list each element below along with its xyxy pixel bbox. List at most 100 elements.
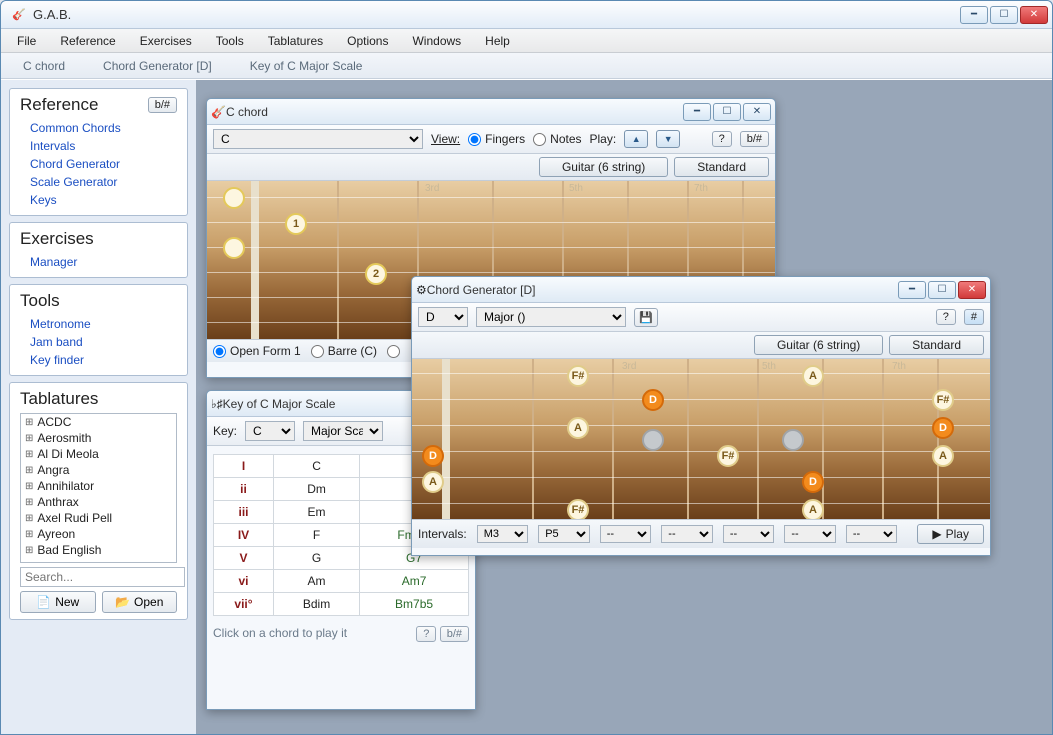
view-notes-radio[interactable] <box>533 133 546 146</box>
cchord-flat-button[interactable]: b/# <box>740 131 769 147</box>
chord-cell[interactable]: Am7 <box>360 570 469 593</box>
root-select[interactable]: D <box>418 307 468 327</box>
cchord-maximize[interactable]: ☐ <box>713 103 741 121</box>
menu-file[interactable]: File <box>5 31 48 51</box>
menu-options[interactable]: Options <box>335 31 400 51</box>
artist-item[interactable]: Axel Rudi Pell <box>21 510 176 526</box>
tools-jamband[interactable]: Jam band <box>20 333 177 351</box>
interval-select[interactable]: -- <box>846 525 898 543</box>
menubar: File Reference Exercises Tools Tablature… <box>1 29 1052 53</box>
chord-cell[interactable]: Em <box>274 501 360 524</box>
tab-cchord[interactable]: C chord <box>15 55 73 77</box>
interval-select[interactable]: -- <box>723 525 775 543</box>
artist-item[interactable]: Angra <box>21 462 176 478</box>
barre-radio[interactable] <box>311 345 324 358</box>
ref-intervals[interactable]: Intervals <box>20 137 177 155</box>
cchord-minimize[interactable]: ━ <box>683 103 711 121</box>
note-dot: A <box>422 471 444 493</box>
menu-tools[interactable]: Tools <box>204 31 256 51</box>
scale-key-select[interactable]: C <box>245 421 295 441</box>
save-button[interactable]: 💾 <box>634 308 658 327</box>
interval-select[interactable]: P5 <box>538 525 590 543</box>
chordgen-tuning-button[interactable]: Standard <box>889 335 984 355</box>
artist-item[interactable]: Al Di Meola <box>21 446 176 462</box>
artist-item[interactable]: Bad English <box>21 542 176 558</box>
artist-item[interactable]: ACDC <box>21 414 176 430</box>
scale-type-select[interactable]: Major Scale <box>303 421 383 441</box>
scale-icon: ♭♯ <box>211 397 223 411</box>
tools-metronome[interactable]: Metronome <box>20 315 177 333</box>
flat-sharp-toggle[interactable]: b/# <box>148 97 177 113</box>
tools-keyfinder[interactable]: Key finder <box>20 351 177 369</box>
open-form-radio[interactable] <box>213 345 226 358</box>
chord-cell[interactable]: C <box>274 455 360 478</box>
menu-help[interactable]: Help <box>473 31 522 51</box>
chordgen-instrument-button[interactable]: Guitar (6 string) <box>754 335 883 355</box>
chordgen-minimize[interactable]: ━ <box>898 281 926 299</box>
menu-windows[interactable]: Windows <box>400 31 473 51</box>
note-dot: D <box>932 417 954 439</box>
ref-keys[interactable]: Keys <box>20 191 177 209</box>
interval-select[interactable]: M3 <box>477 525 529 543</box>
chord-cell[interactable]: F <box>274 524 360 547</box>
chordgen-fretboard[interactable]: 3rd 5th 7th DAF#AF#DF#ADAF#DA <box>412 359 990 519</box>
tablatures-panel: Tablatures ACDC Aerosmith Al Di Meola An… <box>9 382 188 620</box>
cchord-close[interactable]: ✕ <box>743 103 771 121</box>
note-dot: F# <box>717 445 739 467</box>
ref-common-chords[interactable]: Common Chords <box>20 119 177 137</box>
menu-exercises[interactable]: Exercises <box>128 31 204 51</box>
chordgen-maximize[interactable]: ☐ <box>928 281 956 299</box>
sharp-button[interactable]: # <box>964 309 984 325</box>
chordgen-window: ⚙ Chord Generator [D] ━ ☐ ✕ D Major () 💾… <box>411 276 991 556</box>
note-dot: A <box>932 445 954 467</box>
note-dot: A <box>802 499 824 519</box>
chord-cell[interactable]: Dm <box>274 478 360 501</box>
reference-title: Reference <box>20 95 98 115</box>
artist-item[interactable]: Aerosmith <box>21 430 176 446</box>
tablatures-tree[interactable]: ACDC Aerosmith Al Di Meola Angra Annihil… <box>20 413 177 563</box>
new-tablature-button[interactable]: 📄New <box>20 591 96 613</box>
play-down-button[interactable]: ▼ <box>656 130 680 148</box>
chord-cell[interactable]: Am <box>274 570 360 593</box>
chord-cell[interactable]: G <box>274 547 360 570</box>
scale-help-button[interactable]: ? <box>416 626 436 642</box>
chord-cell[interactable]: Bm7b5 <box>360 593 469 616</box>
interval-select[interactable]: -- <box>784 525 836 543</box>
ref-scale-generator[interactable]: Scale Generator <box>20 173 177 191</box>
extra-radio[interactable] <box>387 345 400 358</box>
artist-item[interactable]: Anthrax <box>21 494 176 510</box>
chordgen-close[interactable]: ✕ <box>958 281 986 299</box>
scale-flat-button[interactable]: b/# <box>440 626 469 642</box>
exercises-manager[interactable]: Manager <box>20 253 177 271</box>
tuning-button[interactable]: Standard <box>674 157 769 177</box>
tab-scale[interactable]: Key of C Major Scale <box>242 55 371 77</box>
play-up-button[interactable]: ▲ <box>624 130 648 148</box>
menu-tablatures[interactable]: Tablatures <box>256 31 335 51</box>
minimize-button[interactable]: ━ <box>960 6 988 24</box>
tab-chordgen[interactable]: Chord Generator [D] <box>95 55 220 77</box>
ref-chord-generator[interactable]: Chord Generator <box>20 155 177 173</box>
generator-icon: ⚙ <box>416 283 427 297</box>
maximize-button[interactable]: ☐ <box>990 6 1018 24</box>
artist-item[interactable]: Annihilator <box>21 478 176 494</box>
view-fingers-radio[interactable] <box>468 133 481 146</box>
cchord-help-button[interactable]: ? <box>712 131 732 147</box>
interval-select[interactable]: -- <box>600 525 652 543</box>
chord-cell[interactable]: Bdim <box>274 593 360 616</box>
chordgen-help-button[interactable]: ? <box>936 309 956 325</box>
scale-hint: Click on a chord to play it <box>213 626 347 640</box>
tablature-search-input[interactable] <box>20 567 185 587</box>
play-label: Play: <box>590 132 617 146</box>
instrument-button[interactable]: Guitar (6 string) <box>539 157 668 177</box>
menu-reference[interactable]: Reference <box>48 31 127 51</box>
artist-item[interactable]: Ayreon <box>21 526 176 542</box>
open-tablature-button[interactable]: 📂Open <box>102 591 178 613</box>
app-title: G.A.B. <box>33 7 960 22</box>
chord-select[interactable]: C <box>213 129 423 149</box>
chordgen-title: Chord Generator [D] <box>427 283 898 297</box>
quality-select[interactable]: Major () <box>476 307 626 327</box>
interval-select[interactable]: -- <box>661 525 713 543</box>
close-button[interactable]: ✕ <box>1020 6 1048 24</box>
finger-dot: 1 <box>285 213 307 235</box>
play-button[interactable]: ▶Play <box>917 524 984 544</box>
